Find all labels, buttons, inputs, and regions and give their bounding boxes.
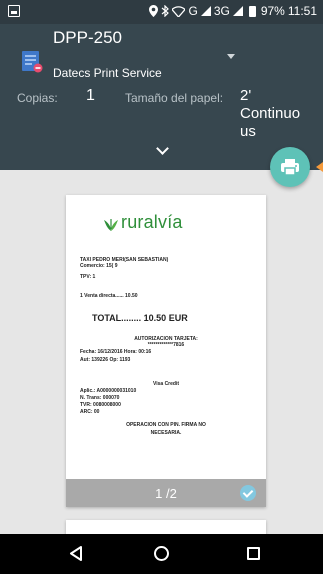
receipt-date-time: Fecha: 16/12/2016 Hora: 00:16	[80, 349, 152, 355]
page-counter: 1 /2	[155, 486, 177, 501]
status-icons: G 3G 97% 11:51	[149, 4, 317, 18]
page-footer-bar: 1 /2	[66, 479, 266, 507]
receipt-tpv: TPV: 1	[80, 274, 96, 280]
copies-label: Copias:	[17, 91, 58, 105]
back-icon[interactable]	[69, 546, 83, 561]
printer-service: Datecs Print Service	[53, 66, 162, 80]
network-type-1: G	[188, 4, 198, 18]
location-icon	[149, 5, 159, 17]
receipt-comercio: Comercio: 15( 9	[80, 263, 118, 269]
receipt-arc: ARC: 00	[80, 409, 100, 415]
copies-value[interactable]: 1	[86, 87, 95, 105]
receipt-footer-1: OPERACION CON PIN. FIRMA NO	[126, 422, 206, 428]
receipt-n-trans: N. Trans: 000070	[80, 395, 120, 401]
print-button[interactable]	[270, 147, 310, 187]
signal-icon	[200, 6, 211, 16]
receipt-card-type: Visa Credit	[152, 381, 180, 387]
printer-icon	[22, 51, 43, 73]
page-selected-check-icon[interactable]	[240, 485, 256, 501]
receipt-aplic: Aplic.: A0000000031010	[80, 388, 137, 394]
clock: 11:51	[287, 4, 317, 18]
receipt-sale: 1 Venta directa...... 10.50	[80, 293, 138, 299]
print-options-panel: DPP-250 Datecs Print Service Copias: 1 T…	[0, 24, 323, 170]
signal-icon-2	[232, 6, 243, 16]
preview-page[interactable]: ruralvía TAXI PEDRO MERI(SAN SEBASTIAN) …	[66, 195, 266, 507]
battery-percent: 97%	[260, 4, 285, 18]
logo-text: ruralvía	[121, 212, 183, 232]
leaf-icon	[104, 219, 118, 231]
receipt-footer-2: NECESARIA.	[150, 430, 182, 436]
pointer-indicator	[316, 162, 323, 172]
paper-size-value[interactable]: 2' Continuo us	[240, 87, 310, 141]
navigation-bar	[0, 534, 323, 574]
printer-name: DPP-250	[53, 28, 122, 47]
receipt-total: TOTAL........ 10.50 EUR	[92, 313, 188, 323]
home-icon[interactable]	[154, 546, 169, 561]
wifi-icon	[172, 5, 186, 17]
recents-icon[interactable]	[247, 547, 260, 560]
status-bar: G 3G 97% 11:51	[0, 0, 323, 24]
notification-icon	[8, 5, 20, 17]
bluetooth-icon	[162, 5, 170, 17]
print-icon	[281, 159, 299, 176]
network-type-2: 3G	[213, 4, 230, 18]
battery-icon	[248, 5, 256, 17]
receipt-tvr: TVR: 0080008000	[80, 402, 121, 408]
expand-chevron-icon[interactable]	[156, 142, 169, 155]
paper-size-label: Tamaño del papel:	[125, 91, 224, 105]
dropdown-arrow-icon[interactable]	[227, 54, 235, 59]
receipt-card: *************7816	[147, 342, 185, 348]
receipt-aut-op: Aut: 139226 Op: 1193	[80, 357, 131, 363]
